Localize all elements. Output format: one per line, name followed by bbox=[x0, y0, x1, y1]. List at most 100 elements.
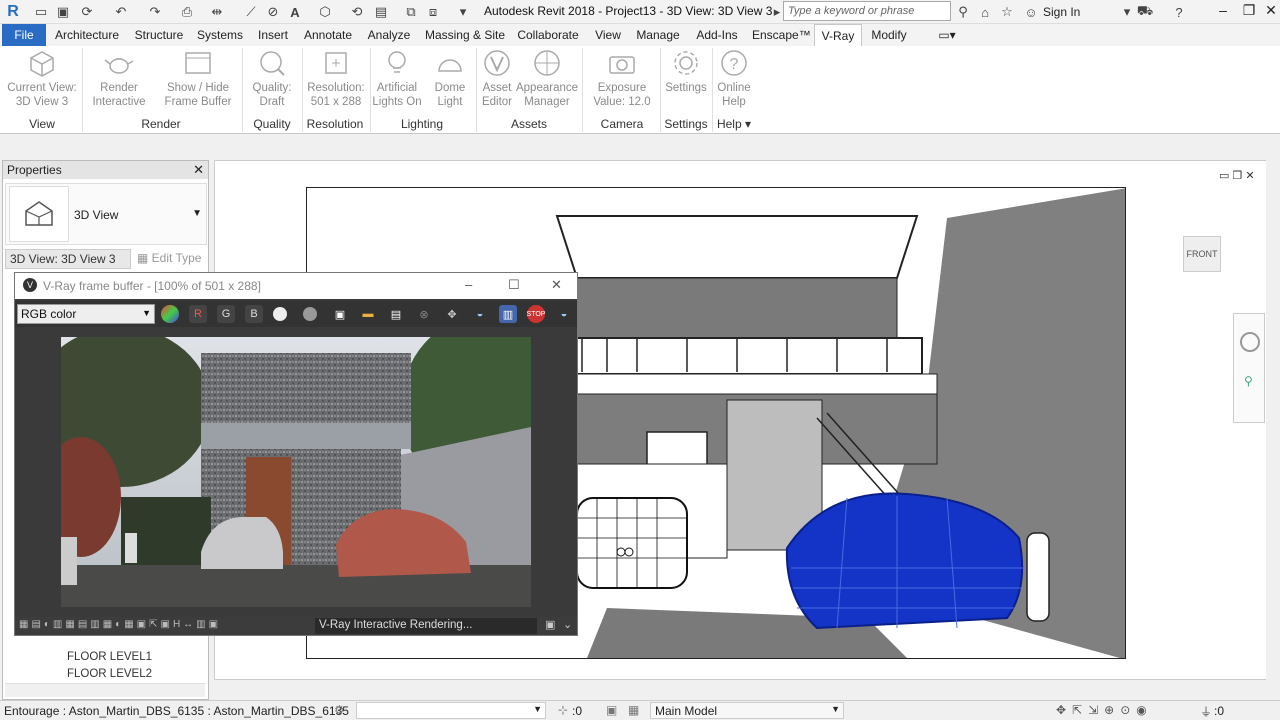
clear-icon[interactable]: ⊗ bbox=[415, 305, 433, 323]
view-instance-selector[interactable]: 3D View: 3D View 3 bbox=[5, 249, 131, 269]
tab-manage[interactable]: Manage bbox=[634, 24, 682, 46]
close-button[interactable]: ✕ bbox=[1260, 2, 1280, 22]
vfb-collapse-icon[interactable]: ⌄ bbox=[563, 618, 572, 631]
filter-icon[interactable]: ⏚ bbox=[1200, 703, 1212, 720]
vfb-history-icon[interactable]: ▥ bbox=[499, 305, 517, 323]
steering-wheel-icon[interactable] bbox=[1240, 332, 1260, 352]
tab-systems[interactable]: Systems bbox=[194, 24, 246, 46]
red-channel-button[interactable]: R bbox=[189, 305, 207, 323]
minimize-button[interactable]: – bbox=[1212, 2, 1234, 22]
browser-horizontal-scrollbar[interactable] bbox=[5, 683, 205, 697]
appearance-manager-button[interactable]: Appearance Manager bbox=[514, 48, 580, 109]
vfb-close-button[interactable]: ✕ bbox=[551, 277, 562, 293]
tab-add-ins[interactable]: Add-Ins bbox=[692, 24, 742, 46]
ribbon-options-icon[interactable]: ▭▾ bbox=[932, 24, 962, 46]
section-icon[interactable]: ⟲ bbox=[348, 3, 366, 21]
vfb-titlebar[interactable]: V V-Ray frame buffer - [100% of 501 x 28… bbox=[15, 273, 577, 299]
folder-icon[interactable]: ▬ bbox=[359, 305, 377, 323]
tab-modify[interactable]: Modify bbox=[866, 24, 912, 46]
render-teapot-icon[interactable]: ◒ bbox=[555, 305, 573, 323]
tab-massing-site[interactable]: Massing & Site bbox=[422, 24, 508, 46]
restore-button[interactable]: ❐ bbox=[1238, 2, 1260, 22]
thin-lines-icon[interactable]: ▤ bbox=[372, 3, 390, 21]
help-icon[interactable]: ? bbox=[1170, 3, 1188, 21]
tab-view[interactable]: View bbox=[590, 24, 626, 46]
undo-icon[interactable]: ↶ bbox=[112, 3, 130, 21]
open-icon[interactable]: ▭ bbox=[32, 3, 50, 21]
tab-file[interactable]: File bbox=[2, 24, 46, 46]
view-horizontal-scrollbar[interactable] bbox=[568, 680, 1268, 694]
tab-annotate[interactable]: Annotate bbox=[300, 24, 356, 46]
tab-analyze[interactable]: Analyze bbox=[364, 24, 414, 46]
mono-icon[interactable] bbox=[303, 307, 317, 321]
text-icon[interactable]: A bbox=[286, 3, 304, 21]
resolution-button[interactable]: Resolution: 501 x 288 bbox=[304, 48, 368, 109]
sync-icon[interactable]: ⟳ bbox=[78, 3, 96, 21]
tab-vray[interactable]: V-Ray bbox=[814, 24, 862, 46]
selection-settings-icons[interactable]: ✥⇱⇲⊕⊙◉ bbox=[1056, 703, 1153, 717]
tab-collaborate[interactable]: Collaborate bbox=[516, 24, 580, 46]
vray-frame-buffer-window[interactable]: V V-Ray frame buffer - [100% of 501 x 28… bbox=[14, 272, 578, 636]
workset-icon[interactable]: ⚙ bbox=[334, 703, 345, 717]
viewcube[interactable]: FRONT bbox=[1183, 236, 1221, 272]
type-selector[interactable]: 3D View ▼ bbox=[5, 183, 207, 245]
align-dimension-icon[interactable]: ⟋ bbox=[242, 3, 260, 21]
save-icon[interactable]: ▣ bbox=[331, 305, 349, 323]
tag-icon[interactable]: ⊘ bbox=[264, 3, 282, 21]
tab-architecture[interactable]: Architecture bbox=[52, 24, 122, 46]
customize-qat-icon[interactable]: ▾ bbox=[454, 3, 472, 21]
render-region-icon[interactable]: ◒ bbox=[471, 305, 489, 323]
binoculars-icon[interactable]: ⚲ bbox=[954, 3, 972, 21]
print-icon[interactable]: ⎙ bbox=[178, 3, 196, 21]
tab-structure[interactable]: Structure bbox=[130, 24, 188, 46]
design-options-icon[interactable]: ▣ bbox=[606, 703, 617, 717]
browser-item-floor-level1[interactable]: FLOOR LEVEL1 bbox=[5, 651, 205, 668]
close-icon[interactable]: ✕ bbox=[193, 162, 204, 178]
view-window-controls[interactable]: ▭ ❐ ✕ bbox=[1219, 169, 1255, 182]
channel-select[interactable]: RGB color ▼ bbox=[17, 304, 155, 324]
view-vertical-scrollbar[interactable] bbox=[1266, 160, 1280, 680]
revit-logo-icon[interactable]: R bbox=[4, 3, 22, 21]
3d-view-icon[interactable]: ⬡ bbox=[316, 3, 334, 21]
vfb-bottom-tools-icon[interactable]: ▦▤◐▥▦▤▥▦◐▦▣⇱▣H↔▥▣ bbox=[19, 619, 221, 630]
vfb-maximize-button[interactable]: ☐ bbox=[508, 277, 520, 293]
editable-icon[interactable]: ⊹ bbox=[558, 703, 568, 717]
signin-dropdown-icon[interactable]: ▾ bbox=[1118, 3, 1136, 21]
close-hidden-icon[interactable]: ⧉ bbox=[402, 3, 420, 21]
aston-martin-selected[interactable] bbox=[785, 492, 1025, 630]
track-mouse-icon[interactable]: ✥ bbox=[443, 305, 461, 323]
exposure-button[interactable]: Exposure Value: 12.0 bbox=[592, 48, 652, 109]
subscription-icon[interactable]: ⌂ bbox=[976, 3, 994, 21]
save-icon[interactable]: ▣ bbox=[54, 3, 72, 21]
online-help-button[interactable]: ? Online Help bbox=[712, 48, 756, 109]
green-channel-button[interactable]: G bbox=[217, 305, 235, 323]
search-input[interactable]: Type a keyword or phrase bbox=[783, 1, 951, 21]
workset-select[interactable]: ▼ bbox=[356, 702, 546, 719]
measure-icon[interactable]: ⇹ bbox=[208, 3, 226, 21]
dome-light-button[interactable]: Dome Light bbox=[430, 48, 470, 109]
cart-icon[interactable]: ⛟ bbox=[1136, 3, 1154, 21]
color-channels-icon[interactable] bbox=[161, 305, 179, 323]
vfb-panel-icon[interactable]: ▣ bbox=[545, 618, 555, 631]
tab-insert[interactable]: Insert bbox=[254, 24, 292, 46]
vfb-minimize-button[interactable]: – bbox=[465, 277, 472, 292]
blue-channel-button[interactable]: B bbox=[245, 305, 263, 323]
navigation-bar[interactable]: ⚲ bbox=[1233, 313, 1265, 423]
quality-button[interactable]: Quality: Draft bbox=[246, 48, 298, 109]
group-help[interactable]: Help ▾ bbox=[714, 117, 754, 131]
show-hide-frame-buffer-button[interactable]: Show / Hide Frame Buffer bbox=[160, 48, 236, 109]
clipboard-icon[interactable]: ▤ bbox=[387, 305, 405, 323]
artificial-lights-button[interactable]: Artificial Lights On bbox=[370, 48, 424, 109]
switch-windows-icon[interactable]: ⧈ bbox=[424, 3, 442, 21]
settings-button[interactable]: Settings bbox=[662, 48, 710, 95]
tab-enscape[interactable]: Enscape™ bbox=[752, 24, 811, 46]
exclude-options-icon[interactable]: ▦ bbox=[628, 703, 639, 717]
alpha-white-icon[interactable] bbox=[273, 307, 287, 321]
edit-type-button[interactable]: ▦ Edit Type bbox=[137, 251, 201, 265]
redo-icon[interactable]: ↷ bbox=[146, 3, 164, 21]
render-interactive-button[interactable]: Render Interactive bbox=[88, 48, 150, 109]
user-icon[interactable]: ☺ bbox=[1022, 3, 1040, 21]
current-view-button[interactable]: Current View: 3D View 3 bbox=[4, 48, 80, 109]
asset-editor-button[interactable]: Asset Editor bbox=[478, 48, 516, 109]
zoom-icon[interactable]: ⚲ bbox=[1244, 374, 1253, 388]
